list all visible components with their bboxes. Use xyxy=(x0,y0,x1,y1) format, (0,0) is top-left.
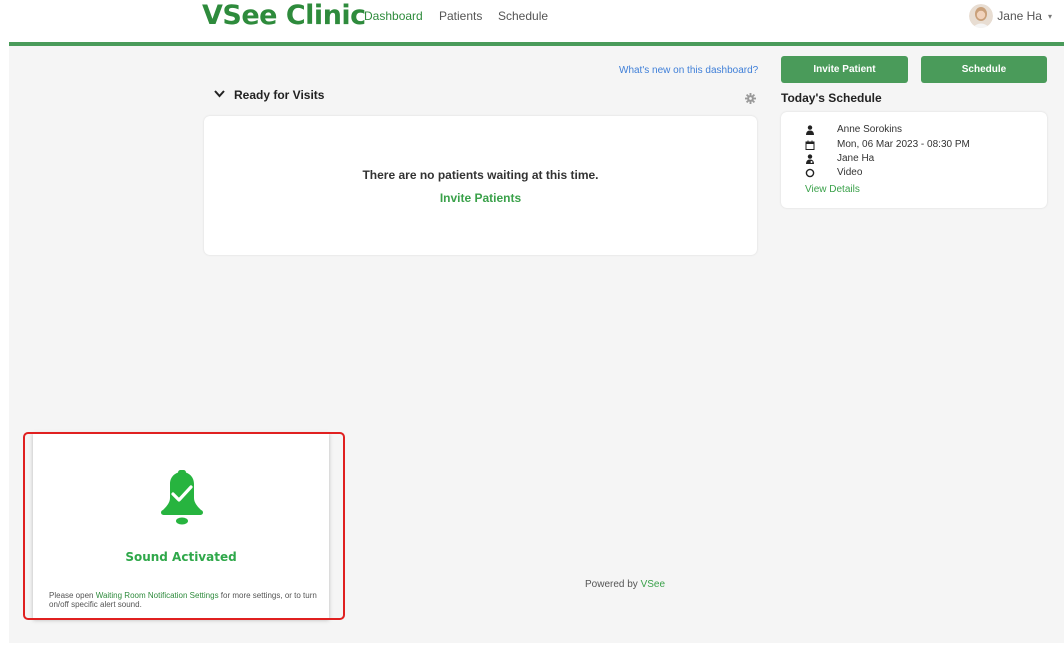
chevron-down-icon: ▾ xyxy=(1047,11,1052,21)
top-nav-bar: VSee Clinic Dashboard Patients Schedule … xyxy=(0,0,1064,42)
appointment-visit-type: Video xyxy=(837,167,863,178)
ready-for-visits-title: Ready for Visits xyxy=(234,88,325,102)
ready-for-visits-header[interactable]: Ready for Visits xyxy=(214,88,324,102)
powered-by-footer: Powered by VSee xyxy=(585,579,665,590)
powered-by-prefix: Powered by xyxy=(585,579,641,590)
nav-patients-link[interactable]: Patients xyxy=(439,9,482,23)
appointment-patient-row: Anne Sorokins xyxy=(805,124,902,135)
appointment-card: Anne Sorokins Mon, 06 Mar 2023 - 08:30 P… xyxy=(781,112,1047,208)
invite-patients-link[interactable]: Invite Patients xyxy=(204,191,757,205)
appointment-provider: Jane Ha xyxy=(837,153,875,164)
gear-icon[interactable] xyxy=(745,91,756,104)
appointment-datetime-row: Mon, 06 Mar 2023 - 08:30 PM xyxy=(805,139,970,150)
appointment-provider-row: Jane Ha xyxy=(805,153,874,164)
calendar-icon xyxy=(805,140,815,150)
appointment-patient-name: Anne Sorokins xyxy=(837,124,903,135)
nav-dashboard-link[interactable]: Dashboard xyxy=(364,9,423,23)
nav-schedule-link[interactable]: Schedule xyxy=(498,9,548,23)
vsee-clinic-logo[interactable]: VSee Clinic xyxy=(202,0,366,31)
view-details-link[interactable]: View Details xyxy=(805,184,860,195)
doctor-icon xyxy=(805,153,815,164)
user-avatar xyxy=(969,4,994,28)
user-name: Jane Ha xyxy=(997,9,1042,23)
todays-schedule-title: Today's Schedule xyxy=(781,91,882,105)
powered-by-vsee-link[interactable]: VSee xyxy=(641,579,665,590)
appointment-datetime: Mon, 06 Mar 2023 - 08:30 PM xyxy=(837,139,970,150)
circle-outline-icon xyxy=(805,168,815,178)
invite-patient-button[interactable]: Invite Patient xyxy=(781,56,908,83)
no-patients-message: There are no patients waiting at this ti… xyxy=(362,168,599,182)
appointment-type-row: Video xyxy=(805,167,862,178)
user-menu[interactable]: Jane Ha ▾ xyxy=(969,3,1052,29)
user-icon xyxy=(805,124,815,135)
highlight-outline xyxy=(23,432,345,620)
chevron-down-icon[interactable] xyxy=(214,89,225,101)
whats-new-link[interactable]: What's new on this dashboard? xyxy=(619,65,758,76)
ready-for-visits-card: There are no patients waiting at this ti… xyxy=(204,116,757,255)
schedule-button[interactable]: Schedule xyxy=(921,56,1047,83)
